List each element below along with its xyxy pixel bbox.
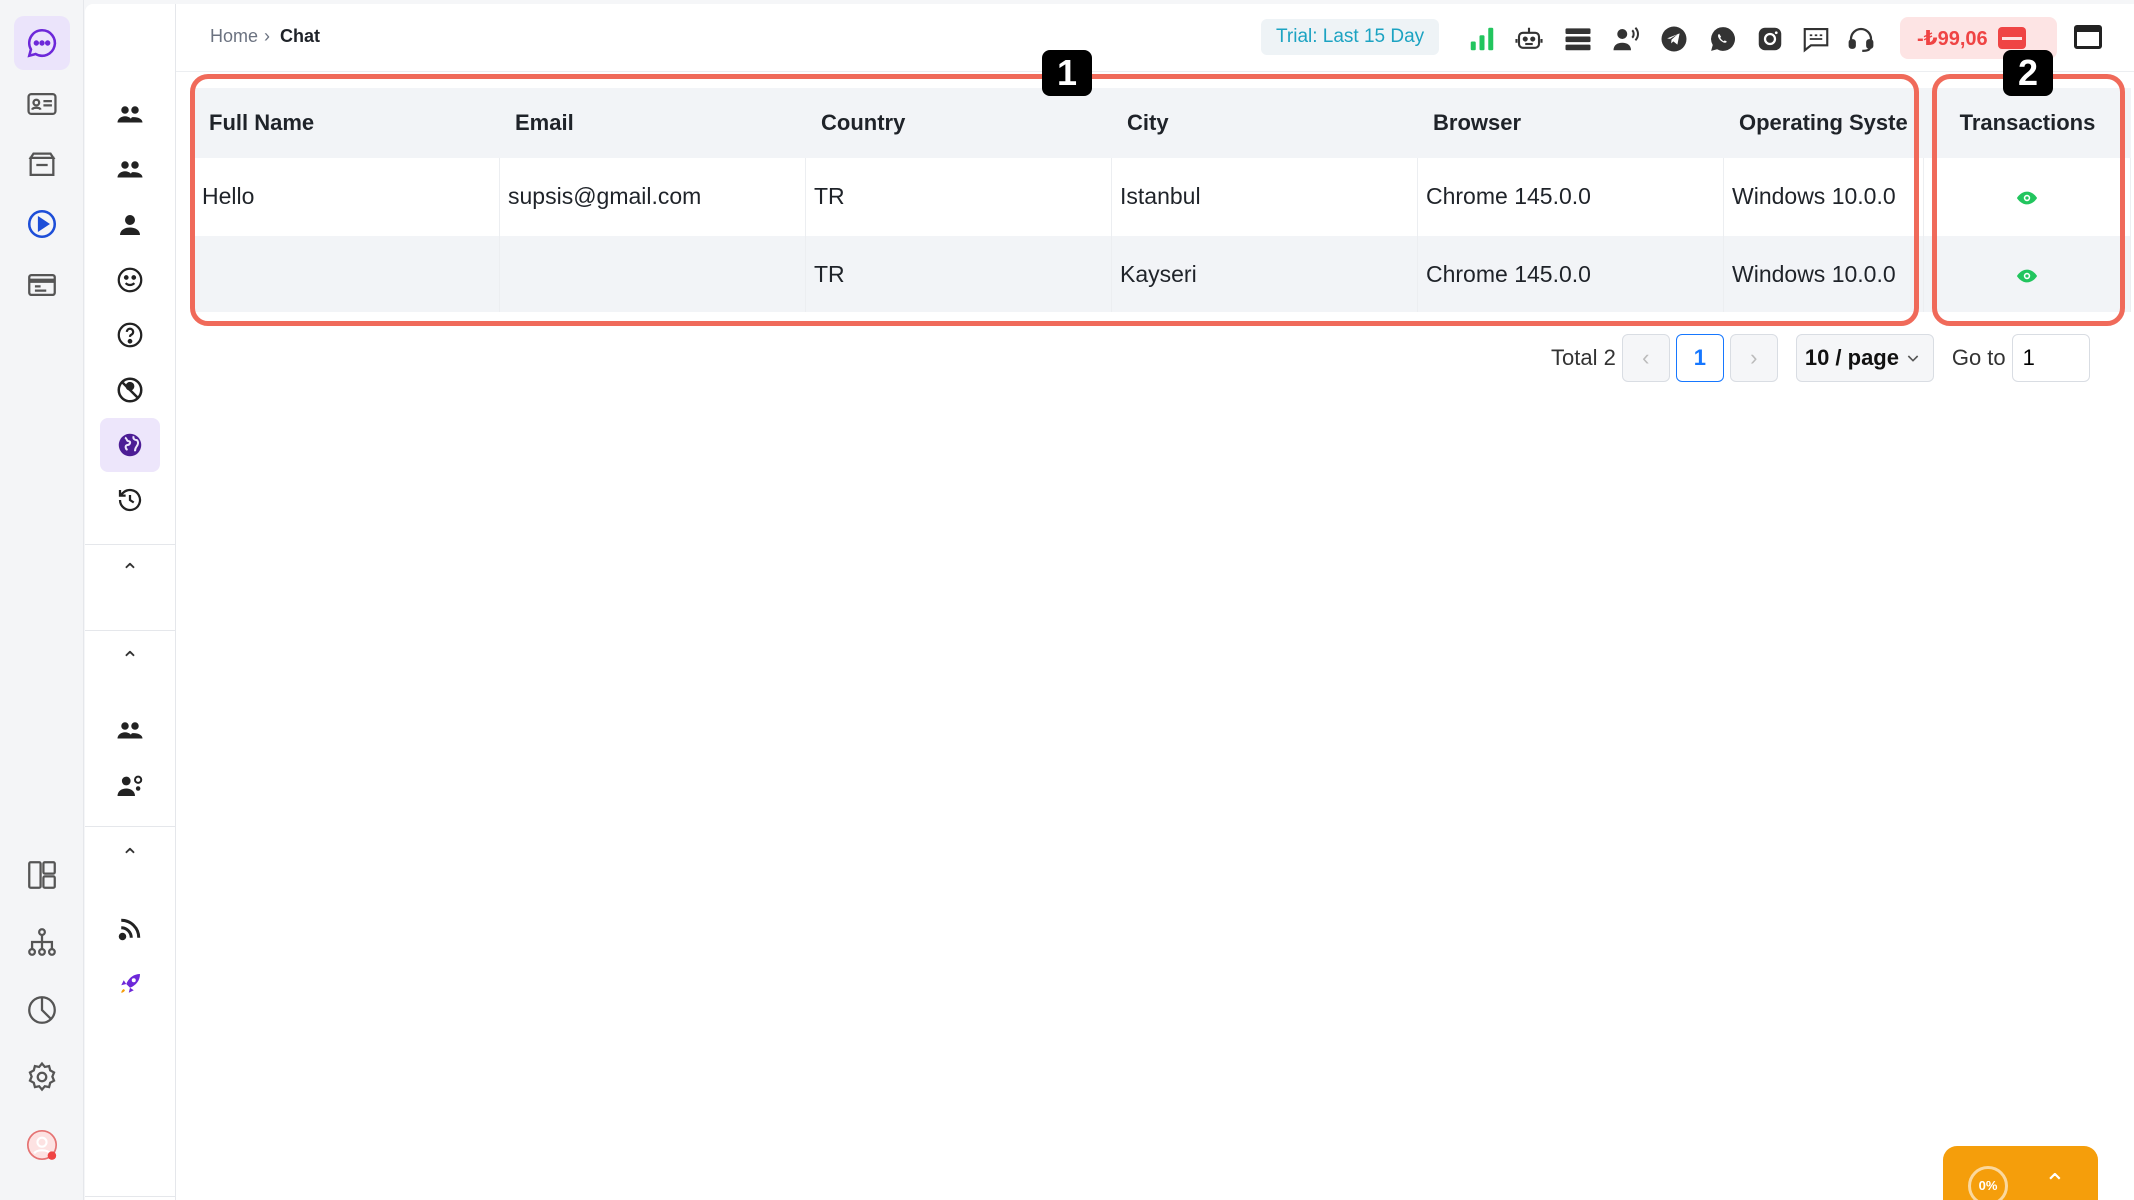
smiley-icon[interactable]: [100, 253, 160, 307]
rss-feed-icon[interactable]: [100, 902, 160, 956]
chat-sidebar: ⌃ ⌃ ⌃: [85, 4, 176, 1200]
page-size-value: 10 / page: [1804, 345, 1899, 370]
blocked-icon[interactable]: [100, 363, 160, 417]
help-circle-icon[interactable]: [100, 308, 160, 362]
annotation-tag-1: 1: [1042, 50, 1092, 96]
play-circle-icon[interactable]: [14, 197, 70, 251]
contacts-card-icon[interactable]: [14, 77, 70, 131]
collapse-section-3-icon[interactable]: ⌃: [115, 842, 145, 872]
window-toggle-icon[interactable]: [2074, 25, 2102, 49]
goto-label: Go to: [1951, 345, 2006, 370]
user-avatar[interactable]: [14, 1118, 70, 1172]
single-user-icon[interactable]: [100, 198, 160, 252]
collapse-section-2-icon[interactable]: ⌃: [115, 645, 145, 675]
main-panel: Home › Chat Trial: Last 15 Day -₺99,06 F…: [176, 4, 2134, 1200]
progress-percent: 0%: [1968, 1166, 2008, 1200]
app-rail: [0, 0, 84, 1200]
history-icon[interactable]: [100, 473, 160, 527]
pagination: Total 2 ‹ 1 › 10 / page Go to: [1551, 334, 2090, 382]
breadcrumb: Home › Chat: [210, 26, 320, 47]
settings-gear-icon[interactable]: [14, 1050, 70, 1104]
wallet-card-icon: [1997, 27, 2026, 49]
page-size-select[interactable]: 10 / page: [1795, 334, 1934, 382]
goto-page-input[interactable]: [2011, 334, 2090, 382]
flow-tree-icon[interactable]: [14, 915, 70, 969]
inbox-icon[interactable]: [14, 138, 70, 192]
reports-pie-icon[interactable]: [14, 983, 70, 1037]
chevron-down-icon: [1907, 355, 1919, 362]
annotation-tag-2: 2: [2003, 50, 2053, 96]
page-1-button[interactable]: 1: [1675, 334, 1724, 382]
telegram-icon[interactable]: [1658, 23, 1690, 55]
whatsapp-icon[interactable]: [1707, 23, 1739, 55]
onboarding-progress-widget[interactable]: 0% ⌃: [1943, 1146, 2098, 1200]
next-page-button[interactable]: ›: [1729, 334, 1778, 382]
collapse-section-1-icon[interactable]: ⌃: [115, 557, 145, 587]
voice-icon[interactable]: [1610, 23, 1642, 55]
users-group-icon[interactable]: [100, 704, 160, 758]
users-settings-icon[interactable]: [100, 759, 160, 813]
breadcrumb-current: Chat: [280, 26, 321, 46]
visitors-group-icon[interactable]: [100, 88, 160, 142]
breadcrumb-separator: ›: [264, 26, 271, 46]
balance-amount: -₺99,06: [1917, 27, 1988, 50]
rocket-icon[interactable]: [100, 957, 160, 1011]
trial-badge[interactable]: Trial: Last 15 Day: [1261, 19, 1440, 55]
expand-up-icon[interactable]: ⌃: [2044, 1166, 2066, 1200]
list-icon[interactable]: [1562, 23, 1594, 55]
sms-icon[interactable]: [1800, 23, 1832, 55]
instagram-icon[interactable]: [1754, 23, 1786, 55]
pagination-total: Total 2: [1551, 345, 1616, 370]
bot-icon[interactable]: [1513, 23, 1545, 55]
highlight-box-1: [190, 74, 1919, 326]
highlight-box-2: [1932, 74, 2125, 326]
chat-nav-icon[interactable]: [14, 16, 70, 70]
dashboard-icon[interactable]: [14, 848, 70, 902]
prev-page-button[interactable]: ‹: [1621, 334, 1670, 382]
top-bar: Home › Chat Trial: Last 15 Day -₺99,06: [176, 4, 2134, 72]
browser-window-icon[interactable]: [14, 258, 70, 312]
team-group-icon[interactable]: [100, 143, 160, 197]
breadcrumb-home[interactable]: Home: [210, 26, 258, 46]
globe-icon[interactable]: [100, 418, 160, 472]
signal-icon[interactable]: [1466, 23, 1498, 55]
support-icon[interactable]: [1845, 23, 1877, 55]
